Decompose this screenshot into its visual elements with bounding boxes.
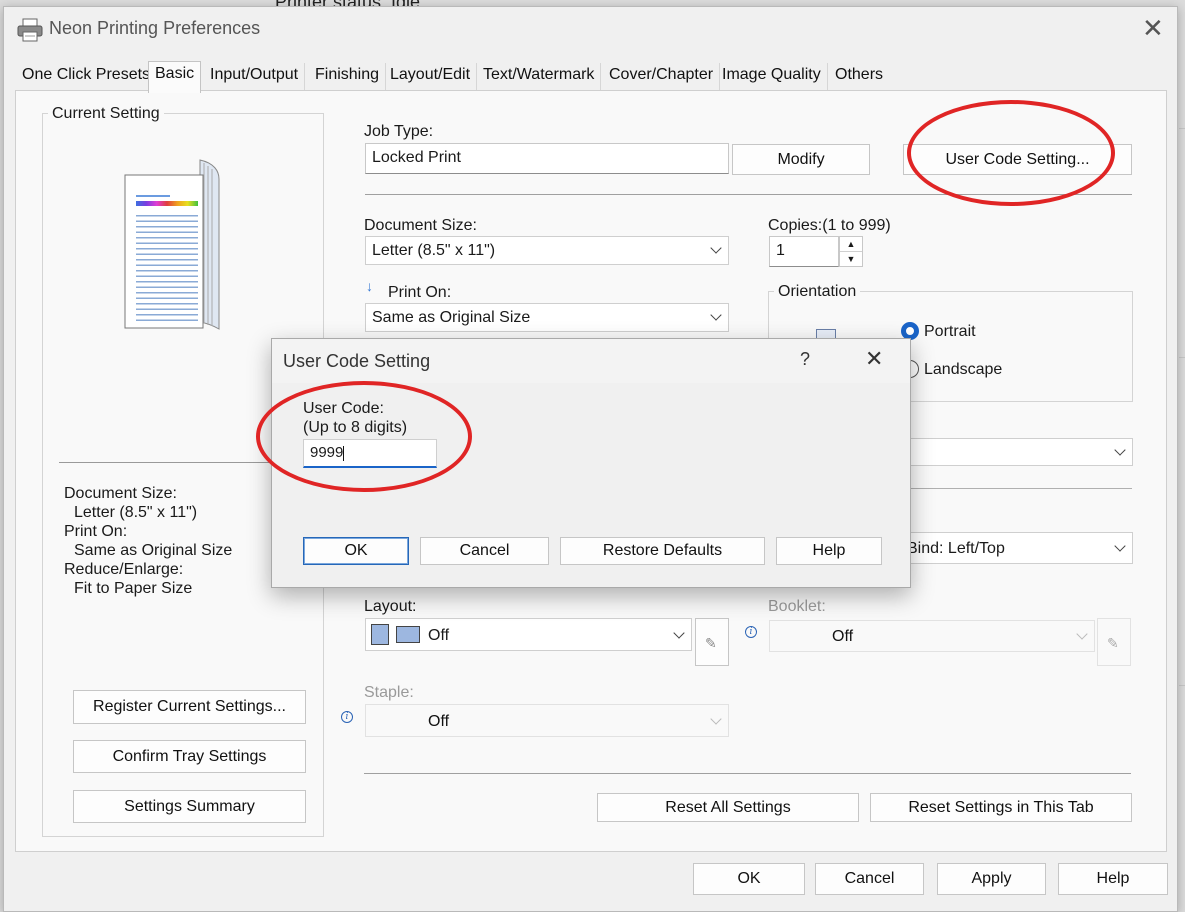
tab-others[interactable]: Others: [829, 63, 889, 90]
staple-value: Off: [428, 713, 450, 730]
cancel-button[interactable]: Cancel: [815, 863, 924, 895]
tab-basic[interactable]: Basic: [148, 61, 202, 93]
reset-settings-in-tab-button[interactable]: Reset Settings in This Tab: [870, 793, 1132, 822]
summary-print-on-label: Print On:: [64, 523, 128, 540]
copies-input[interactable]: 1: [769, 236, 839, 267]
document-size-label: Document Size:: [364, 217, 477, 234]
preview-heading-line: [136, 195, 170, 197]
current-setting-title: Current Setting: [48, 105, 164, 123]
printer-icon: [17, 18, 43, 42]
booklet-edit-button[interactable]: ✎: [1097, 618, 1131, 666]
job-type-label: Job Type:: [364, 123, 434, 140]
background-divider: [1179, 128, 1185, 129]
window-title: Neon Printing Preferences: [49, 18, 261, 38]
chevron-down-icon: [1076, 628, 1088, 640]
summary-document-size-value: Letter (8.5" x 11"): [74, 504, 198, 521]
dialog-cancel-button[interactable]: Cancel: [420, 537, 549, 565]
print-on-value: Same as Original Size: [372, 309, 531, 326]
settings-summary-button[interactable]: Settings Summary: [73, 790, 306, 823]
booklet-info-icon[interactable]: i: [745, 626, 757, 638]
chevron-down-icon: [1114, 444, 1126, 456]
chevron-down-icon: [710, 713, 722, 725]
dialog-help-button[interactable]: Help: [776, 537, 882, 565]
user-code-value: 9999: [310, 444, 344, 461]
tab-one-click-presets[interactable]: One Click Presets: [16, 63, 158, 90]
modify-button[interactable]: Modify: [732, 144, 870, 175]
window-close-icon[interactable]: ✕: [1142, 15, 1164, 41]
portrait-label: Portrait: [924, 323, 976, 340]
tab-image-quality[interactable]: Image Quality: [716, 63, 828, 90]
landscape-label: Landscape: [924, 361, 1003, 378]
staple-select[interactable]: Off: [365, 704, 729, 737]
layout-edit-button[interactable]: ✎: [695, 618, 729, 666]
user-code-label: User Code:: [303, 400, 384, 417]
dialog-ok-button[interactable]: OK: [303, 537, 409, 565]
mid-divider: [884, 488, 1132, 489]
bind-value: Bind: Left/Top: [907, 540, 1005, 557]
staple-label: Staple:: [364, 684, 414, 701]
bind-select[interactable]: Bind: Left/Top: [884, 532, 1133, 564]
summary-reduce-label: Reduce/Enlarge:: [64, 561, 184, 578]
summary-print-on-value: Same as Original Size: [74, 542, 233, 559]
document-size-value: Letter (8.5" x 11"): [372, 242, 496, 259]
booklet-value: Off: [832, 628, 854, 645]
help-button[interactable]: Help: [1058, 863, 1168, 895]
title-bar: Neon Printing Preferences ✕: [4, 7, 1177, 51]
job-type-field[interactable]: Locked Print: [365, 143, 729, 174]
register-current-settings-button[interactable]: Register Current Settings...: [73, 690, 306, 724]
tab-input-output[interactable]: Input/Output: [204, 63, 306, 90]
job-type-divider: [365, 194, 1132, 195]
text-cursor: [343, 445, 345, 461]
user-code-input[interactable]: 9999: [303, 439, 437, 468]
dialog-close-icon[interactable]: ✕: [865, 348, 883, 370]
staple-info-icon[interactable]: i: [341, 711, 353, 723]
copies-stepper[interactable]: ▲ ▼: [839, 236, 863, 267]
tab-text-watermark[interactable]: Text/Watermark: [477, 63, 602, 90]
page-preview-image: [122, 157, 222, 335]
chevron-down-icon: [1114, 540, 1126, 552]
layout-landscape-page-icon: [396, 626, 420, 643]
apply-button[interactable]: Apply: [937, 863, 1046, 895]
print-on-label: Print On:: [388, 284, 452, 301]
background-divider: [1179, 357, 1185, 358]
ok-button[interactable]: OK: [693, 863, 805, 895]
booklet-label: Booklet:: [768, 598, 826, 615]
preview-text-lines: [136, 211, 198, 323]
summary-reduce-value: Fit to Paper Size: [74, 580, 193, 597]
tab-cover-chapter[interactable]: Cover/Chapter: [603, 63, 721, 90]
pencil-icon: ✎: [705, 635, 717, 651]
chevron-down-icon: [673, 627, 685, 639]
dialog-restore-defaults-button[interactable]: Restore Defaults: [560, 537, 765, 565]
dialog-title: User Code Setting: [283, 351, 431, 371]
layout-single-page-icon: [371, 624, 389, 645]
stepper-up-icon[interactable]: ▲: [840, 237, 862, 252]
bottom-divider: [364, 773, 1131, 774]
user-code-setting-dialog: User Code Setting ? ✕ User Code: (Up to …: [271, 338, 911, 588]
down-arrow-icon: ↓: [366, 278, 373, 294]
orientation-title: Orientation: [774, 283, 861, 301]
user-code-setting-button[interactable]: User Code Setting...: [903, 144, 1132, 175]
hidden-setting-select[interactable]: [884, 438, 1133, 466]
summary-document-size-label: Document Size:: [64, 485, 177, 502]
background-divider: [1179, 685, 1185, 686]
booklet-select[interactable]: Off: [769, 620, 1095, 652]
confirm-tray-settings-button[interactable]: Confirm Tray Settings: [73, 740, 306, 773]
tab-finishing[interactable]: Finishing: [309, 63, 387, 90]
chevron-down-icon: [710, 242, 722, 254]
copies-label: Copies:(1 to 999): [768, 217, 891, 234]
user-code-hint: (Up to 8 digits): [303, 419, 408, 436]
document-size-select[interactable]: Letter (8.5" x 11"): [365, 236, 729, 265]
layout-label: Layout:: [364, 598, 417, 615]
chevron-down-icon: [710, 309, 722, 321]
print-on-select[interactable]: Same as Original Size: [365, 303, 729, 332]
preview-color-bar: [136, 201, 198, 206]
tab-layout-edit[interactable]: Layout/Edit: [384, 63, 478, 90]
layout-value: Off: [428, 627, 450, 644]
stepper-down-icon[interactable]: ▼: [840, 252, 862, 266]
pencil-icon: ✎: [1107, 635, 1119, 651]
dialog-help-icon[interactable]: ?: [800, 349, 810, 370]
reset-all-settings-button[interactable]: Reset All Settings: [597, 793, 859, 822]
